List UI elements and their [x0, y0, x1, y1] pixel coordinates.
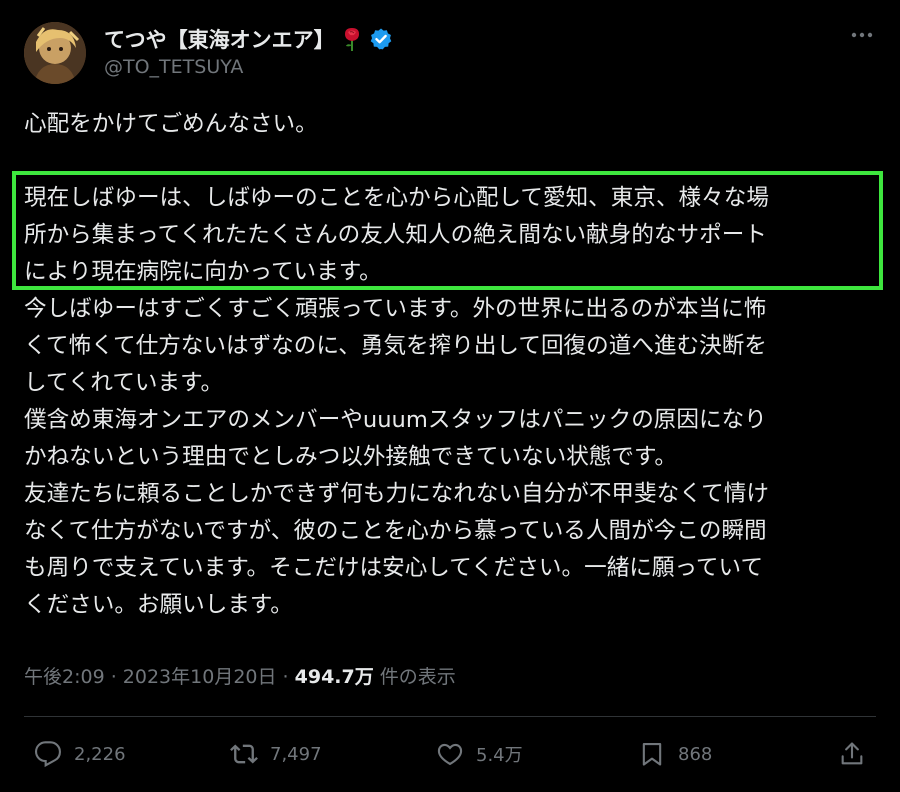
tweet-line: 僕含め東海オンエアのメンバーやuuumスタッフはパニックの原因になり — [24, 407, 767, 433]
repost-count: 7,497 — [270, 743, 322, 765]
avatar-image — [24, 22, 86, 84]
tweet-line: ください。お願いします。 — [24, 592, 293, 618]
tweet-line: なくて仕方がないですが、彼のことを心から慕っている人間が今この瞬間 — [24, 518, 767, 544]
views-count: 494.7万 — [294, 666, 374, 688]
tweet-line: してくれています。 — [24, 370, 224, 396]
share-icon — [841, 742, 863, 765]
tweet-line: かねないという理由でとしみつ以外接触できていない状態です。 — [24, 444, 677, 470]
more-icon — [851, 32, 873, 38]
action-bar: 2,226 7,497 5.4万 868 — [24, 732, 876, 776]
reply-button[interactable]: 2,226 — [34, 732, 126, 776]
tweet-text: 心配をかけてごめんなさい。 現在しばゆーは、しばゆーのことを心から心配して愛知、… — [24, 106, 876, 624]
like-icon — [437, 743, 463, 766]
tweet-line: 所から集まってくれたたくさんの友人知人の絶え間ない献身的なサポート — [24, 222, 767, 248]
more-button[interactable] — [848, 24, 876, 46]
bookmark-icon — [642, 743, 662, 766]
meta-separator: · — [104, 666, 123, 688]
share-button[interactable] — [838, 732, 866, 776]
tweet-line: も周りで支えています。そこだけは安心してください。一緒に願っていて — [24, 555, 764, 581]
tweet-line: 現在しばゆーは、しばゆーのことを心から心配して愛知、東京、様々な場 — [24, 185, 769, 211]
like-count: 5.4万 — [476, 745, 523, 766]
display-name-row[interactable]: てつや【東海オンエア】 — [104, 24, 393, 54]
display-name[interactable]: てつや【東海オンエア】 — [104, 24, 335, 54]
user-handle[interactable]: @TO_TETSUYA — [104, 56, 243, 78]
tweet-card: てつや【東海オンエア】 @TO_TETSUYA 心配をかけてごめんなさい。 現在… — [0, 0, 900, 792]
tweet-line: 今しばゆーはすごくすごく頑張っています。外の世界に出るのが本当に怖 — [24, 296, 767, 322]
tweet-line: 友達たちに頼ることしかできず何も力になれない自分が不甲斐なくて情け — [24, 481, 769, 507]
avatar[interactable] — [24, 22, 86, 84]
rose-icon — [341, 26, 363, 52]
tweet-meta: 午後2:09 · 2023年10月20日 · 494.7万 件の表示 — [24, 662, 456, 689]
repost-button[interactable]: 7,497 — [230, 732, 322, 776]
like-button[interactable]: 5.4万 — [436, 732, 523, 776]
bookmark-count: 868 — [678, 743, 713, 765]
reply-icon — [34, 741, 61, 768]
tweet-time[interactable]: 午後2:09 — [24, 666, 105, 688]
bookmark-button[interactable]: 868 — [638, 732, 712, 776]
tweet-line: 心配をかけてごめんなさい。 — [24, 111, 318, 137]
divider — [24, 716, 876, 717]
repost-icon — [230, 744, 258, 764]
views-label: 件の表示 — [373, 666, 456, 688]
tweet-line: により現在病院に向かっています。 — [24, 259, 382, 285]
reply-count: 2,226 — [74, 743, 126, 765]
tweet-line: くて怖くて仕方ないはずなのに、勇気を搾り出して回復の道へ進む決断を — [24, 333, 767, 359]
tweet-date[interactable]: 2023年10月20日 — [123, 666, 277, 688]
meta-separator: · — [276, 666, 295, 688]
verified-badge-icon[interactable] — [369, 27, 393, 51]
